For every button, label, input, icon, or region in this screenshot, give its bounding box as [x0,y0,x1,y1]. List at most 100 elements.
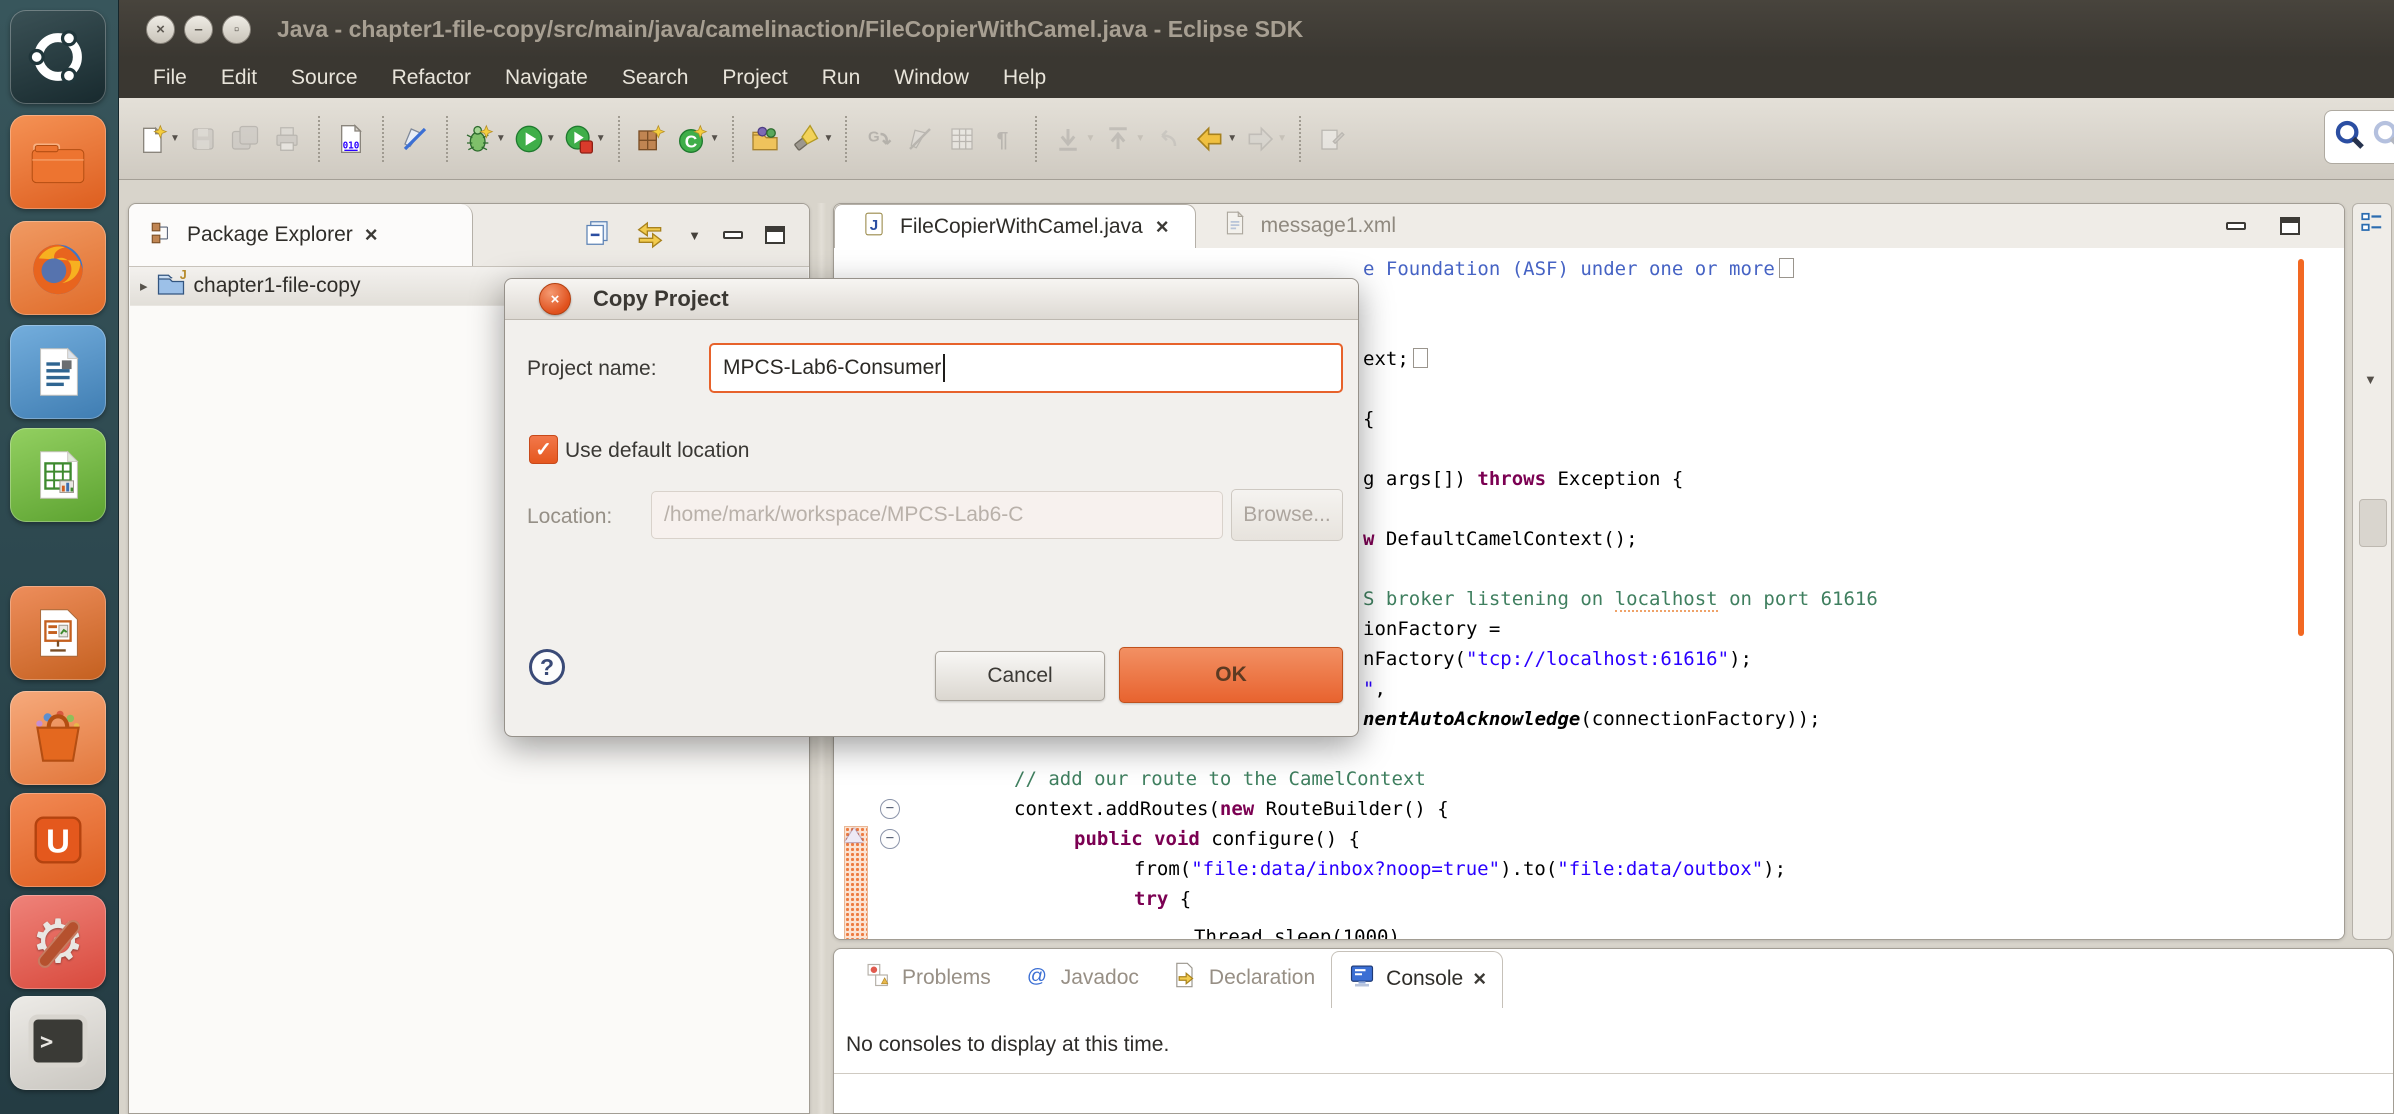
menu-help[interactable]: Help [986,66,1063,90]
back-icon[interactable] [1189,116,1231,162]
use-default-location-label[interactable]: Use default location [565,439,749,463]
next-annotation-icon [1047,116,1089,162]
tab-package-explorer[interactable]: Package Explorer × [129,204,473,266]
fold-collapse-icon[interactable]: − [880,799,900,819]
console-tab-problems[interactable]: Problems [848,951,1007,1007]
binary-file-icon[interactable]: 010 [330,116,372,162]
gutter-marker-triangle-icon [845,828,863,842]
svg-text:G: G [868,128,880,145]
debug-icon[interactable] [458,116,500,162]
dialog-titlebar[interactable]: × Copy Project [505,279,1358,320]
dialog-close-button[interactable]: × [539,283,571,315]
editor-scrollbar-thumb[interactable] [2298,259,2304,636]
code-token: try [1134,888,1168,910]
menu-project[interactable]: Project [705,66,804,90]
code-token: ext; [1363,348,1409,370]
use-default-location-checkbox[interactable]: ✓ [529,435,558,464]
scroll-handle[interactable] [2359,499,2387,547]
code-token: "file:data/outbox" [1557,858,1763,880]
tab-filecopierwithcamel-java[interactable]: J FileCopierWithCamel.java × [834,204,1196,248]
code-line: e Foundation (ASF) under one or more [1363,256,1794,282]
tab-message1-xml[interactable]: message1.xml [1196,204,1422,248]
code-token: (connectionFactory)); [1580,708,1820,730]
pin-editor-icon [1311,116,1353,162]
skip-breakpoints-icon[interactable] [394,116,436,162]
search-icon-secondary [2371,118,2394,157]
package-explorer-tab-label: Package Explorer [187,223,353,247]
collapse-all-icon[interactable] [582,218,612,253]
new-java-class-icon[interactable]: C [672,116,714,162]
launcher-system-settings-icon[interactable]: ⚙ [10,895,106,989]
run-external-icon[interactable] [558,116,600,162]
ok-button[interactable]: OK [1119,647,1343,703]
menu-run[interactable]: Run [805,66,878,90]
declaration-icon [1171,961,1199,995]
project-name-input[interactable]: MPCS-Lab6-Consumer [709,343,1343,393]
editor-tab-bar: J FileCopierWithCamel.java × message1.xm… [834,204,2344,249]
minimize-view-icon[interactable] [723,231,743,239]
code-token: Exception { [1546,468,1683,490]
maximize-editor-icon[interactable] [2280,217,2300,235]
code-line: Thread.sleep(1000) [1194,924,1400,940]
code-token: ); [1729,648,1752,670]
quick-access-search[interactable] [2324,110,2394,164]
window-minimize-button[interactable]: – [184,15,213,44]
launcher-ubuntu-dash-icon[interactable] [10,10,106,104]
code-token: , [1374,678,1385,700]
window-controls: × – ▫ [146,15,251,44]
console-tab-label: Console [1386,967,1463,991]
menu-source[interactable]: Source [274,66,375,90]
titlebar: × – ▫ Java - chapter1-file-copy/src/main… [118,0,2394,58]
close-tab-icon[interactable]: × [1156,216,1169,238]
run-icon[interactable] [508,116,550,162]
gutter-annotation-bar [844,826,868,940]
code-token: g args[]) [1363,468,1477,490]
toolbar-group: ▼ [744,116,836,162]
search-flashlight-icon[interactable] [786,116,828,162]
last-edit-location-icon: G [857,116,899,162]
launcher-firefox-icon[interactable] [10,221,106,315]
code-line: // add our route to the CamelContext [1014,766,1426,792]
problems-icon [864,961,892,995]
menu-refactor[interactable]: Refactor [375,66,488,90]
link-with-editor-icon[interactable] [634,217,666,254]
view-menu-icon[interactable]: ▼ [688,228,701,243]
close-tab-icon[interactable]: × [1473,968,1486,990]
code-line: { [1363,406,1374,432]
cancel-button[interactable]: Cancel [935,651,1105,701]
window-maximize-button[interactable]: ▫ [222,15,251,44]
dialog-title: Copy Project [593,286,729,312]
minimize-editor-icon[interactable] [2226,222,2246,230]
new-wizard-icon[interactable] [132,116,174,162]
launcher-terminal-icon[interactable]: > [10,996,106,1090]
maximize-view-icon[interactable] [765,226,785,244]
menu-file[interactable]: File [136,66,204,90]
launcher-software-center-icon[interactable] [10,691,106,785]
close-view-icon[interactable]: × [365,224,378,246]
menu-navigate[interactable]: Navigate [488,66,605,90]
code-token: ).to( [1500,858,1557,880]
window-close-button[interactable]: × [146,15,175,44]
launcher-libreoffice-writer-icon[interactable] [10,325,106,419]
toolbar-group: ▼▼▼▼ [1047,116,1289,162]
tree-expander-icon[interactable]: ▸ [140,277,148,295]
console-tab-javadoc[interactable]: @Javadoc [1007,951,1155,1007]
outline-view-icon[interactable] [2359,210,2385,241]
console-tab-label: Declaration [1209,966,1315,990]
fold-collapse-icon[interactable]: − [880,829,900,849]
console-tab-declaration[interactable]: Declaration [1155,951,1331,1007]
code-line: ionFactory = [1363,616,1500,642]
console-tab-console[interactable]: Console × [1331,951,1503,1008]
menu-window[interactable]: Window [877,66,986,90]
toolbar-separator [1035,116,1037,162]
open-type-icon[interactable] [744,116,786,162]
launcher-libreoffice-calc-icon[interactable] [10,428,106,522]
chevron-down-icon[interactable]: ▼ [2364,372,2377,387]
launcher-libreoffice-impress-icon[interactable] [10,586,106,680]
launcher-ubuntu-one-icon[interactable]: U [10,793,106,887]
new-java-package-icon[interactable] [630,116,672,162]
help-button[interactable]: ? [529,649,565,685]
menu-edit[interactable]: Edit [204,66,274,90]
menu-search[interactable]: Search [605,66,706,90]
launcher-files-icon[interactable] [10,115,106,209]
